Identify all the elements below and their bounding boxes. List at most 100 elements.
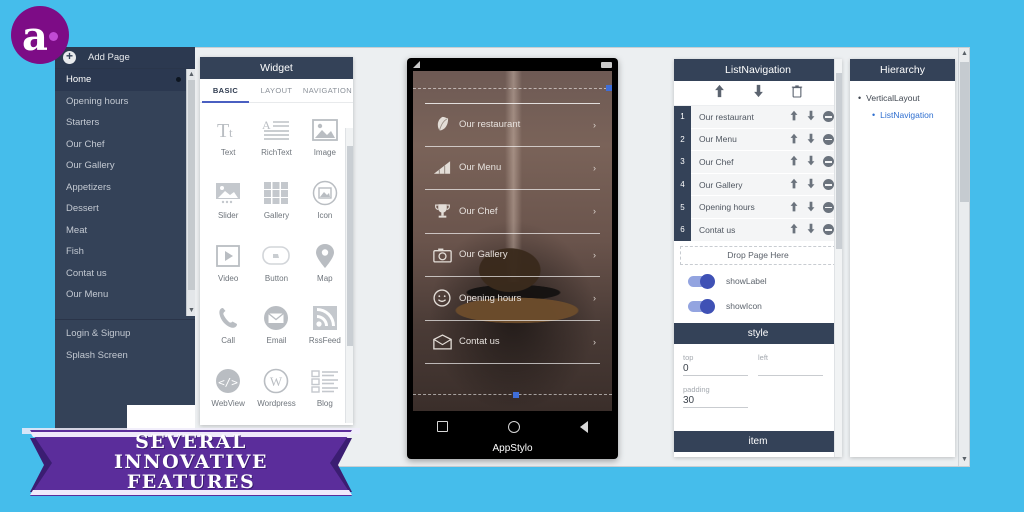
widget-gallery[interactable]: Gallery: [252, 172, 300, 235]
canvas-scroll-thumb[interactable]: [960, 62, 969, 202]
sidebar-item-contat-us[interactable]: Contat us: [55, 263, 195, 285]
move-up-icon[interactable]: [789, 178, 799, 191]
list-navigation-scroll-thumb[interactable]: [836, 73, 842, 249]
sidebar-item-splash-screen[interactable]: Splash Screen: [55, 345, 195, 367]
field-left[interactable]: left: [758, 353, 833, 376]
widget-button[interactable]: Button: [252, 235, 300, 298]
widget-call[interactable]: Call: [204, 297, 252, 360]
tab-navigation[interactable]: NAVIGATION: [302, 79, 353, 102]
field-value[interactable]: [758, 362, 823, 376]
move-down-icon[interactable]: [806, 133, 816, 146]
tab-basic[interactable]: BASIC: [200, 79, 251, 103]
widget-rssfeed[interactable]: RssFeed: [301, 297, 349, 360]
remove-icon[interactable]: [823, 156, 834, 168]
toggle-switch[interactable]: [688, 298, 715, 314]
list-row[interactable]: 3 Our Chef: [674, 150, 842, 174]
move-down-icon[interactable]: [752, 84, 765, 103]
remove-icon[interactable]: [823, 133, 834, 145]
field-value[interactable]: 30: [683, 394, 748, 408]
move-up-icon[interactable]: [789, 201, 799, 214]
move-down-icon[interactable]: [806, 178, 816, 191]
canvas-scrollbar[interactable]: ▲ ▼: [958, 48, 969, 466]
sidebar-item-appetizers[interactable]: Appetizers: [55, 177, 195, 199]
canvas-scroll-up-icon[interactable]: ▲: [959, 48, 970, 60]
widget-blog[interactable]: Blog: [301, 360, 349, 423]
phone-screen[interactable]: Our restaurant › Our Menu › Our Chef › O…: [413, 71, 612, 411]
list-row[interactable]: 4 Our Gallery: [674, 173, 842, 197]
sidebar-scroll-thumb[interactable]: [188, 80, 195, 290]
toggle-switch[interactable]: [688, 273, 715, 289]
move-down-icon[interactable]: [806, 201, 816, 214]
trash-icon[interactable]: [791, 84, 803, 103]
selection-handle-top-right[interactable]: [606, 85, 612, 91]
sidebar-item-our-gallery[interactable]: Our Gallery: [55, 155, 195, 177]
widget-scroll-thumb[interactable]: [347, 146, 353, 346]
field-padding[interactable]: padding 30: [683, 385, 758, 408]
widget-richtext[interactable]: A RichText: [252, 109, 300, 172]
widget-scrollbar[interactable]: [345, 128, 353, 423]
envelope-icon: [259, 303, 293, 333]
sidebar-item-our-menu[interactable]: Our Menu: [55, 284, 195, 306]
toggle-show-icon[interactable]: showIcon: [674, 294, 842, 319]
list-row[interactable]: 1 Our restaurant: [674, 105, 842, 129]
remove-icon[interactable]: [823, 111, 834, 123]
recents-icon[interactable]: [437, 421, 448, 432]
phone-row-our-chef[interactable]: Our Chef ›: [425, 190, 600, 234]
sidebar-scrollbar[interactable]: ▲ ▼: [186, 69, 195, 316]
move-up-icon[interactable]: [789, 223, 799, 236]
phone-row-our-gallery[interactable]: Our Gallery ›: [425, 234, 600, 277]
phone-row-opening-hours[interactable]: Opening hours ›: [425, 277, 600, 321]
widget-icon[interactable]: Icon: [301, 172, 349, 235]
sidebar-scroll-up-icon[interactable]: ▲: [187, 69, 195, 80]
widget-image[interactable]: Image: [301, 109, 349, 172]
list-row[interactable]: 2 Our Menu: [674, 128, 842, 152]
sidebar-item-home[interactable]: Home: [55, 69, 195, 91]
hierarchy-node-vertical-layout[interactable]: • VerticalLayout: [858, 93, 947, 103]
sidebar-item-dessert[interactable]: Dessert: [55, 198, 195, 220]
sidebar-scroll-down-icon[interactable]: ▼: [187, 305, 195, 316]
remove-icon[interactable]: [823, 224, 834, 236]
sidebar-item-our-chef[interactable]: Our Chef: [55, 134, 195, 156]
sidebar-item-login-signup[interactable]: Login & Signup: [55, 323, 195, 345]
back-icon[interactable]: [580, 420, 588, 433]
remove-icon[interactable]: [823, 201, 834, 213]
field-top[interactable]: top 0: [683, 353, 758, 376]
widget-text[interactable]: Tt Text: [204, 109, 252, 172]
style-section-header[interactable]: style: [674, 322, 842, 344]
move-down-icon[interactable]: [806, 110, 816, 123]
widget-wordpress[interactable]: W Wordpress: [252, 360, 300, 423]
field-value[interactable]: 0: [683, 362, 748, 376]
item-section-header[interactable]: item: [674, 430, 842, 452]
list-navigation-scrollbar[interactable]: [834, 59, 842, 457]
hierarchy-node-list-navigation[interactable]: • ListNavigation: [858, 110, 947, 120]
widget-slider[interactable]: Slider: [204, 172, 252, 235]
remove-icon[interactable]: [823, 179, 834, 191]
phone-row-our-menu[interactable]: Our Menu ›: [425, 147, 600, 190]
move-up-icon[interactable]: [789, 155, 799, 168]
sidebar-item-opening-hours[interactable]: Opening hours: [55, 91, 195, 113]
move-down-icon[interactable]: [806, 155, 816, 168]
move-up-icon[interactable]: [789, 133, 799, 146]
tab-layout[interactable]: LAYOUT: [251, 79, 302, 102]
list-row[interactable]: 5 Opening hours: [674, 195, 842, 219]
widget-webview[interactable]: </> WebView: [204, 360, 252, 423]
widget-email[interactable]: Email: [252, 297, 300, 360]
home-icon[interactable]: [508, 420, 520, 433]
widget-map[interactable]: Map: [301, 235, 349, 298]
phone-row-contat-us[interactable]: Contat us ›: [425, 321, 600, 364]
phone-row-our-restaurant[interactable]: Our restaurant ›: [425, 103, 600, 147]
move-up-icon[interactable]: [713, 84, 726, 103]
sidebar-item-fish[interactable]: Fish: [55, 241, 195, 263]
widget-video[interactable]: Video: [204, 235, 252, 298]
toggle-show-label[interactable]: showLabel: [674, 269, 842, 294]
list-row[interactable]: 6 Contat us: [674, 218, 842, 242]
row-number: 3: [674, 150, 691, 174]
selection-handle-bottom-center[interactable]: [512, 392, 519, 398]
sidebar-item-meat[interactable]: Meat: [55, 220, 195, 242]
drop-page-zone[interactable]: Drop Page Here: [680, 245, 836, 265]
move-down-icon[interactable]: [806, 223, 816, 236]
canvas-scroll-down-icon[interactable]: ▼: [959, 454, 970, 466]
sidebar-item-starters[interactable]: Starters: [55, 112, 195, 134]
move-up-icon[interactable]: [789, 110, 799, 123]
add-page-button[interactable]: + Add Page: [55, 47, 195, 69]
